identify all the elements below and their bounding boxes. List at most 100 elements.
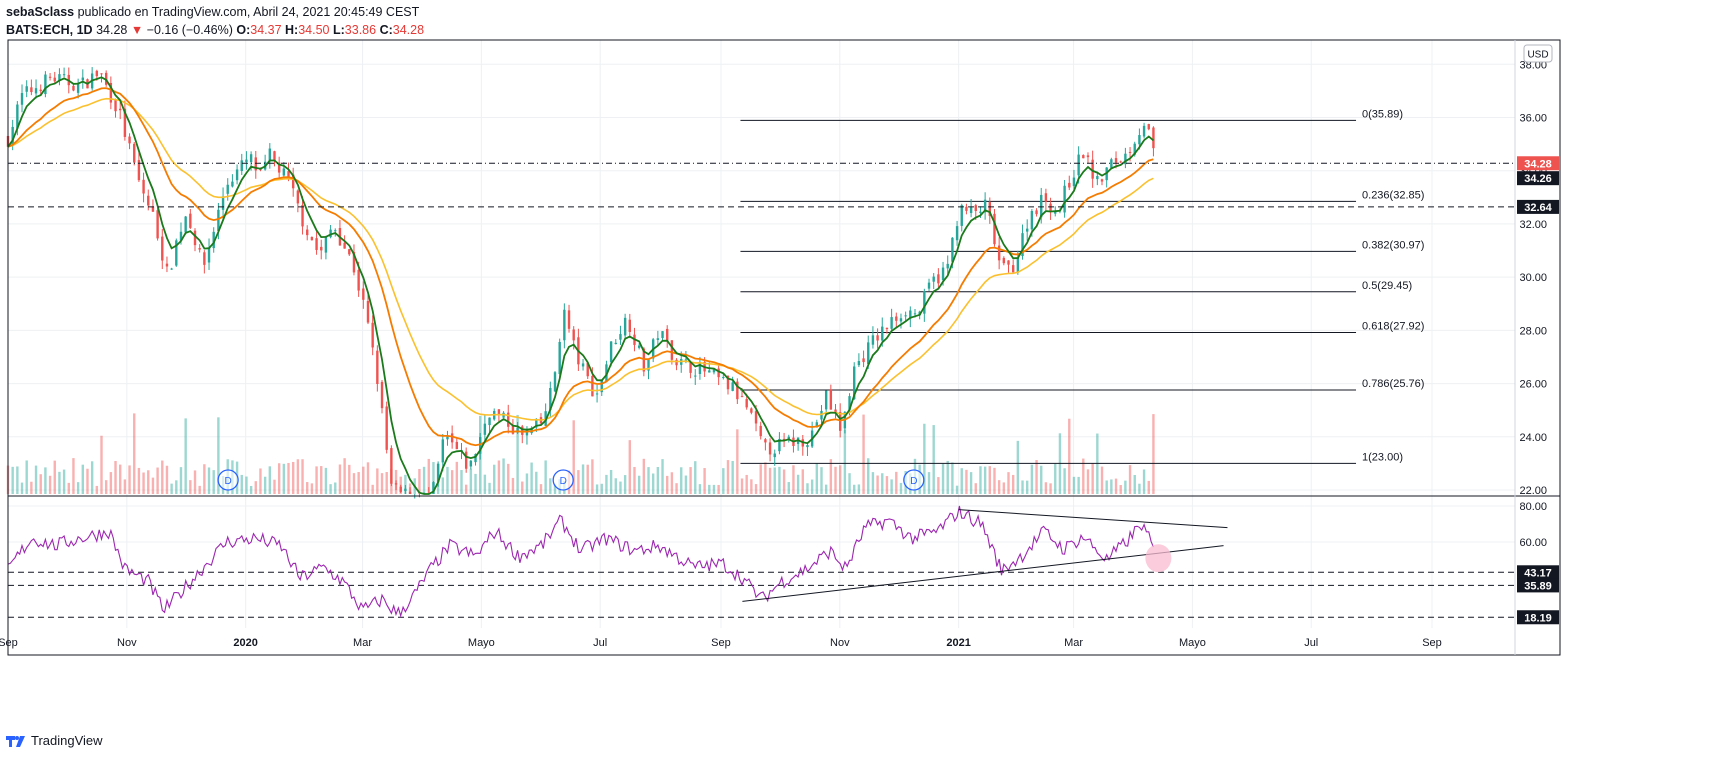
candle-body xyxy=(72,85,75,91)
candle-body xyxy=(558,341,561,375)
footer-brand[interactable]: TradingView xyxy=(6,733,103,748)
candle-body xyxy=(698,362,702,374)
volume-bar xyxy=(100,435,103,494)
candle-body xyxy=(306,229,309,236)
volume-bar xyxy=(133,413,136,494)
rsi-trendline xyxy=(958,509,1228,529)
candle-body xyxy=(750,408,753,413)
candle-body xyxy=(441,439,444,463)
volume-bar xyxy=(862,414,865,494)
rsi-pane[interactable] xyxy=(7,505,1515,618)
volume-bar xyxy=(1030,464,1034,494)
volume-bar xyxy=(539,484,543,494)
candle-body xyxy=(740,396,744,398)
time-tick-label: Mayo xyxy=(1179,637,1206,649)
volume-bar xyxy=(1147,480,1150,494)
volume-bar xyxy=(988,466,992,494)
candle-body xyxy=(511,426,515,434)
time-tick-label: Mar xyxy=(353,637,372,649)
volume-bar xyxy=(48,475,52,494)
candle-body xyxy=(881,326,884,341)
volume-bar xyxy=(16,466,19,494)
price-horizontal-lines[interactable] xyxy=(8,162,1515,208)
volume-bar xyxy=(647,467,650,494)
candle-body xyxy=(95,70,99,77)
candle-body xyxy=(923,291,926,314)
candle-body xyxy=(385,406,388,450)
candle-body xyxy=(1030,211,1034,230)
candle-body xyxy=(207,247,211,263)
fib-level-label: 1(23.00) xyxy=(1362,451,1403,463)
candle-body xyxy=(1077,154,1080,176)
volume-bar xyxy=(848,473,851,494)
candle-body xyxy=(1138,135,1141,145)
volume-bar xyxy=(806,483,809,494)
volume-bar xyxy=(577,470,580,494)
chart-canvas[interactable]: 0(35.89) 0.236(32.85) 0.382(30.97) 0.5(29.4… xyxy=(0,0,1729,760)
volume-bar xyxy=(287,462,290,494)
volume-bar xyxy=(623,475,627,494)
candle-body xyxy=(773,453,776,458)
volume-bar xyxy=(1138,483,1141,494)
candle-body xyxy=(572,329,575,341)
volume-bar xyxy=(1021,480,1024,494)
candle-body xyxy=(245,159,248,163)
candle-body xyxy=(951,237,954,262)
volume-bar xyxy=(787,482,790,494)
volume-bar xyxy=(366,462,370,494)
candle-body xyxy=(147,195,150,206)
candle-body xyxy=(343,242,346,249)
time-tick-label: Nov xyxy=(830,637,850,649)
volume-bar xyxy=(824,484,828,494)
volume-bar xyxy=(114,460,117,494)
candle-body xyxy=(946,263,949,269)
candle-body xyxy=(119,108,122,111)
volume-bar xyxy=(899,482,903,494)
volume-bar xyxy=(352,473,356,494)
volume-bar xyxy=(983,466,987,494)
candle-body xyxy=(446,436,449,440)
volume-bar xyxy=(1063,468,1066,494)
volume-bar xyxy=(179,467,183,494)
candle-body xyxy=(273,151,276,161)
candle-body xyxy=(399,486,402,492)
volume-bar xyxy=(376,468,379,494)
candle-body xyxy=(1152,127,1155,149)
volume-bar xyxy=(1110,479,1113,494)
axes: 22.0024.0026.0028.0030.0032.0034.0036.00… xyxy=(0,44,1553,649)
candle-body xyxy=(20,93,24,105)
candle-body xyxy=(320,246,323,251)
volume-bar xyxy=(1086,469,1090,494)
candle-body xyxy=(249,154,253,163)
volume-bar xyxy=(488,482,491,494)
fibonacci-retracement[interactable]: 0(35.89) 0.236(32.85) 0.382(30.97) 0.5(29.4… xyxy=(740,108,1424,464)
volume-bar xyxy=(965,469,968,494)
volume-bar xyxy=(838,465,842,494)
candle-body xyxy=(806,445,809,448)
candle-body xyxy=(165,263,169,267)
fib-level-label: 0.786(25.76) xyxy=(1362,378,1424,390)
candle-body xyxy=(567,310,571,329)
candle-body xyxy=(885,327,889,330)
candle-body xyxy=(376,350,379,384)
volume-bar xyxy=(1049,483,1052,494)
price-tag-label: 34.28 xyxy=(1524,158,1552,170)
time-tick-label: Sep xyxy=(0,637,18,649)
candle-body xyxy=(965,206,968,211)
price-tag-label: 32.64 xyxy=(1524,202,1552,214)
volume-bar xyxy=(1119,485,1122,494)
candle-body xyxy=(1110,159,1113,168)
volume-bar xyxy=(834,466,837,494)
volume-bar xyxy=(951,462,954,494)
volume-bar xyxy=(871,472,875,494)
volume-bar xyxy=(455,461,459,494)
candle-body xyxy=(142,179,145,194)
volume-bar xyxy=(385,472,388,494)
volume-bar xyxy=(11,466,14,494)
candle-body xyxy=(521,426,524,435)
volume-bar xyxy=(750,479,753,494)
volume-bar xyxy=(1026,480,1029,494)
outer-frame xyxy=(7,39,1561,656)
volume-bar xyxy=(497,460,501,494)
candle-body xyxy=(941,267,945,281)
